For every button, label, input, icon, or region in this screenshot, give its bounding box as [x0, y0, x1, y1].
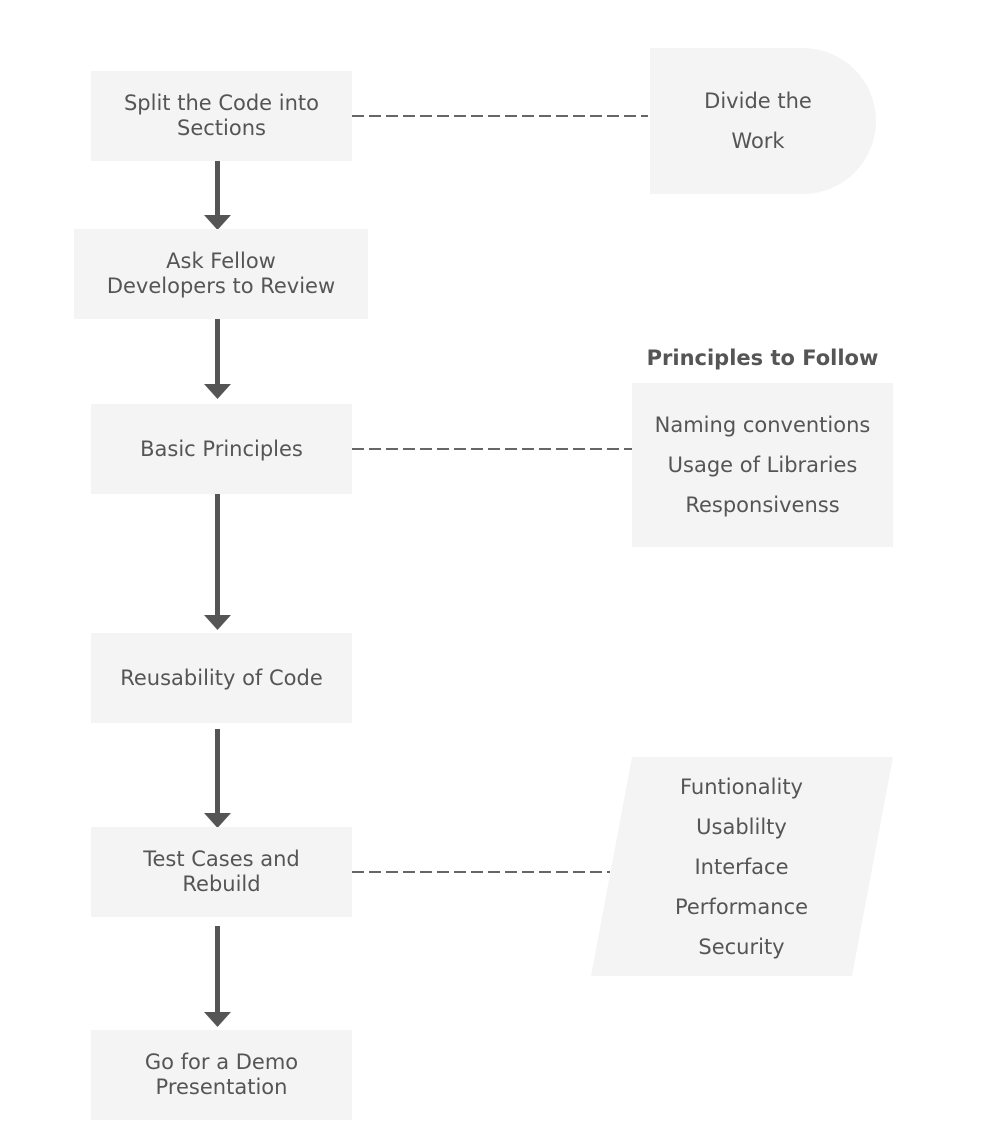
- flow-node-basic-principles[interactable]: Basic Principles: [91, 404, 352, 494]
- note-text-line: Interface: [694, 854, 789, 879]
- note-text-line: Naming conventions: [654, 413, 871, 437]
- note-text-line: Usage of Libraries: [667, 453, 858, 477]
- note-text-line: Responsivenss: [685, 493, 840, 517]
- flow-node-test-cases[interactable]: Test Cases and Rebuild: [91, 827, 352, 917]
- flow-node-ask-review[interactable]: Ask Fellow Developers to Review: [74, 229, 368, 319]
- node-text-line: Go for a Demo: [144, 1050, 299, 1074]
- note-text-line: Security: [698, 934, 785, 959]
- note-text-line: Divide the: [704, 89, 812, 113]
- note-text-line: Usablilty: [696, 814, 787, 839]
- note-text-line: Funtionality: [680, 774, 803, 799]
- node-text-line: Basic Principles: [140, 436, 303, 461]
- divide-work-note[interactable]: Divide the Work: [650, 48, 866, 194]
- node-text-line: Developers to Review: [106, 274, 336, 298]
- flow-arrow: [204, 487, 231, 630]
- principles-note[interactable]: Naming conventions Usage of Libraries Re…: [632, 383, 893, 547]
- node-text-line: Reusability of Code: [120, 665, 323, 690]
- node-text-line: Presentation: [155, 1075, 288, 1099]
- flow-arrow: [204, 729, 231, 828]
- flow-arrow: [204, 161, 231, 230]
- testing-note[interactable]: Funtionality Usablilty Interface Perform…: [611, 757, 872, 976]
- node-text-line: Ask Fellow: [166, 249, 276, 273]
- node-text-line: Test Cases and: [143, 847, 300, 871]
- node-text-line: Split the Code into: [123, 91, 320, 115]
- flow-node-demo[interactable]: Go for a Demo Presentation: [91, 1030, 352, 1120]
- flow-arrow: [204, 926, 231, 1027]
- note-text-line: Performance: [674, 894, 809, 919]
- note-text-line: Work: [731, 129, 785, 153]
- flow-arrow: [204, 319, 231, 399]
- node-text-line: Rebuild: [182, 872, 261, 896]
- node-text-line: Sections: [177, 116, 266, 140]
- flow-node-split-code[interactable]: Split the Code into Sections: [91, 71, 352, 161]
- principles-heading: Principles to Follow: [646, 346, 879, 370]
- flow-node-reusability[interactable]: Reusability of Code: [91, 633, 352, 723]
